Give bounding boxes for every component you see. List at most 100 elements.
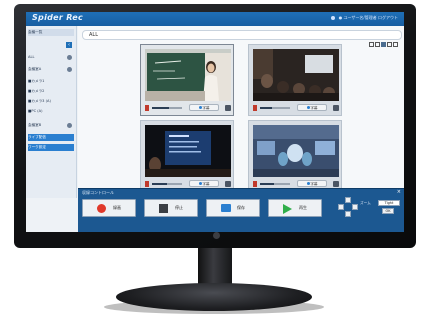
sidebar-item-label: ■PC (A) [28, 109, 43, 113]
filter-bar[interactable]: ALL [82, 30, 402, 47]
sidebar-item-all[interactable]: ALL [28, 54, 74, 61]
sidebar-item-label: 会議一覧 [28, 30, 43, 34]
sidebar-item-live[interactable]: ライブ配信 [28, 134, 74, 141]
screen: Spider Rec ● ユーザー名/管理者 ログアウト 会議一覧 ‹ ALL … [26, 12, 404, 232]
subtitle-icon [306, 182, 310, 185]
play-icon [283, 204, 292, 214]
power-button [213, 232, 220, 239]
up-arrow-icon[interactable] [345, 197, 351, 203]
sidebar-item-camera2[interactable]: ■カメラ2 [28, 88, 74, 95]
record-button[interactable]: 録画 [82, 199, 136, 217]
video-feed-presentation [145, 125, 231, 177]
sidebar-item-label: ■カメラ3 (A) [28, 99, 51, 103]
subtitle-label: 字幕 [202, 106, 210, 110]
sidebar-item-label: ■カメラ2 [28, 89, 45, 93]
volume-fill [152, 183, 167, 185]
stop-label: 停止 [175, 205, 183, 210]
video-feed-operating-room [253, 125, 339, 177]
close-icon[interactable]: × [397, 189, 401, 195]
main-area: ALL 字幕 字幕 字幕 字幕 [78, 26, 404, 198]
tile-controls: 字幕 [145, 103, 231, 113]
subtitle-icon [198, 106, 202, 109]
subtitle-button[interactable]: 字幕 [297, 104, 327, 111]
speaker-icon[interactable] [145, 181, 149, 187]
subtitle-icon [306, 106, 310, 109]
subtitle-label: 字幕 [310, 106, 318, 110]
speaker-icon[interactable] [253, 105, 257, 111]
app-header: Spider Rec ● ユーザー名/管理者 ログアウト [26, 12, 404, 26]
subtitle-button[interactable]: 字幕 [189, 180, 219, 187]
sidebar-item-label: ワーク設定 [28, 145, 46, 149]
filter-label: ALL [89, 32, 98, 38]
sidebar-item-camera3[interactable]: ■カメラ3 (A) [28, 98, 74, 105]
subtitle-label: 字幕 [202, 182, 210, 186]
view-grid-icon[interactable] [381, 42, 386, 47]
tile-controls: 字幕 [253, 103, 339, 113]
stop-button[interactable]: 停止 [144, 199, 198, 217]
volume-slider[interactable] [152, 107, 182, 109]
sidebar-item-meetings[interactable]: 会議一覧 [28, 29, 74, 36]
video-feed-audience [253, 49, 339, 101]
volume-slider[interactable] [260, 107, 290, 109]
zoom-label: ズーム [360, 201, 371, 205]
user-icon [331, 16, 336, 20]
tile-menu-icon[interactable] [225, 181, 231, 187]
view-double-icon[interactable] [375, 42, 380, 47]
app-logo: Spider Rec [32, 13, 84, 22]
subtitle-button[interactable]: 字幕 [297, 180, 327, 187]
speaker-icon[interactable] [145, 105, 149, 111]
tile-menu-icon[interactable] [333, 181, 339, 187]
save-icon [221, 204, 231, 212]
view-large-grid-icon[interactable] [393, 42, 398, 47]
save-label: 保存 [237, 205, 245, 210]
user-text: ● ユーザー名/管理者 ログアウト [338, 15, 398, 20]
play-button[interactable]: 再生 [268, 199, 322, 217]
collapse-icon[interactable]: ‹ [66, 42, 72, 48]
panel-title: 収録コントロール [82, 190, 114, 195]
sidebar-item-settings[interactable]: ワーク設定 [28, 144, 74, 151]
tile-menu-icon[interactable] [225, 105, 231, 111]
video-tile[interactable]: 字幕 [248, 44, 342, 116]
sidebar-item-camera1[interactable]: ■カメラ1 [28, 78, 74, 85]
subtitle-button[interactable]: 字幕 [189, 104, 219, 111]
zoom-select[interactable]: Tight [378, 200, 400, 206]
right-arrow-icon[interactable] [352, 204, 358, 210]
speaker-icon[interactable] [253, 181, 257, 187]
view-single-icon[interactable] [369, 42, 374, 47]
save-button[interactable]: 保存 [206, 199, 260, 217]
badge-icon [67, 123, 72, 128]
sidebar-item-room-b[interactable]: 会議室B [28, 122, 74, 129]
sidebar-item-label: ALL [28, 55, 35, 59]
monitor-base [116, 283, 312, 311]
tile-menu-icon[interactable] [333, 105, 339, 111]
record-label: 録画 [113, 205, 121, 210]
sidebar-item-label: ライブ配信 [28, 135, 46, 139]
view-list-icon[interactable] [387, 42, 392, 47]
sidebar-item-room-a[interactable]: 会議室A [28, 66, 74, 73]
badge-icon [67, 67, 72, 72]
badge-icon [67, 55, 72, 60]
play-label: 再生 [299, 205, 307, 210]
sidebar-item-label: 会議室B [28, 123, 42, 127]
left-arrow-icon[interactable] [338, 204, 344, 210]
view-switcher [368, 32, 398, 47]
sidebar: 会議一覧 ‹ ALL 会議室A ■カメラ1 ■カメラ2 ■カメラ3 (A) ■P… [26, 26, 77, 198]
subtitle-label: 字幕 [310, 182, 318, 186]
stop-icon [159, 204, 168, 213]
volume-fill [152, 107, 169, 109]
record-icon [97, 204, 106, 213]
sidebar-item-label: ■カメラ1 [28, 79, 45, 83]
volume-fill [260, 183, 274, 185]
subtitle-icon [198, 182, 202, 185]
volume-slider[interactable] [260, 183, 290, 185]
user-menu[interactable]: ● ユーザー名/管理者 ログアウト [331, 15, 398, 21]
volume-slider[interactable] [152, 183, 182, 185]
video-tile[interactable]: 字幕 [248, 120, 342, 192]
video-tile[interactable]: 字幕 [140, 120, 234, 192]
zoom-apply-button[interactable]: OK [382, 208, 394, 214]
down-arrow-icon[interactable] [345, 211, 351, 217]
sidebar-item-pc[interactable]: ■PC (A) [28, 108, 74, 115]
camera-direction-pad [338, 197, 358, 219]
video-feed-lecture [145, 49, 231, 101]
video-tile[interactable]: 字幕 [140, 44, 234, 116]
